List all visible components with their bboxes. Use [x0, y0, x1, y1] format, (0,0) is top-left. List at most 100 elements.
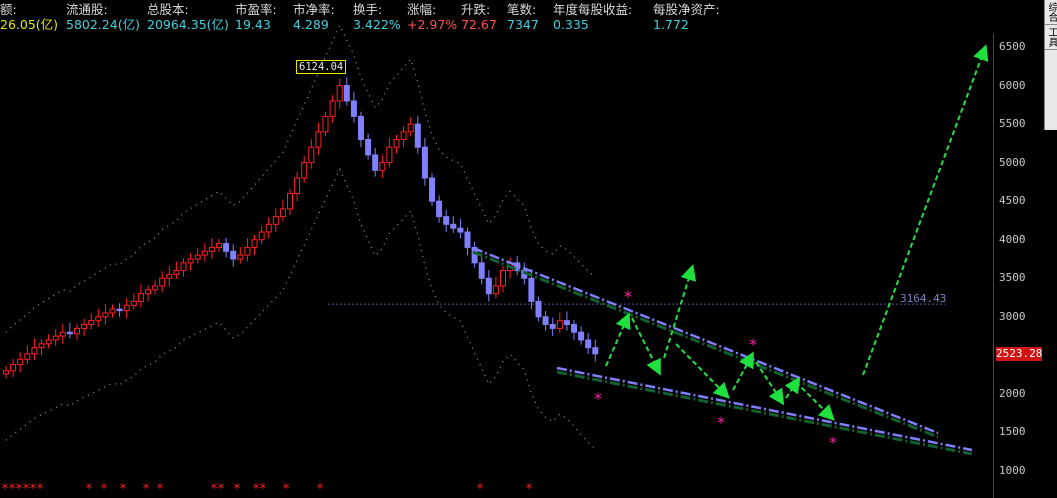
y-tick-label: 1500 — [999, 425, 1026, 439]
candle-body — [66, 331, 73, 335]
signal-marker: * — [9, 482, 16, 497]
marker-star: * — [717, 413, 725, 432]
candle-body — [81, 324, 88, 329]
candle-body — [365, 139, 372, 156]
candle-body — [279, 208, 286, 218]
candle-body — [386, 146, 393, 164]
candle-body — [145, 289, 151, 295]
y-tick-label: 6000 — [999, 78, 1026, 92]
projection-arrow — [862, 44, 989, 376]
candle-body — [329, 100, 336, 117]
candle-body — [500, 270, 506, 287]
signal-marker: * — [157, 482, 164, 497]
candle-body — [528, 277, 535, 302]
y-tick-label: 3500 — [999, 271, 1026, 285]
candle-body — [358, 115, 364, 141]
y-tick-label: 2000 — [999, 386, 1026, 400]
peak-price-label: 6124.04 — [296, 60, 347, 74]
upper-trendline-shadow — [472, 250, 939, 439]
candle-body — [294, 177, 301, 194]
signal-marker: * — [2, 482, 9, 497]
signal-marker: * — [101, 482, 108, 497]
signal-marker: * — [253, 482, 260, 497]
projection-arrow — [755, 361, 785, 406]
candle-body — [563, 320, 570, 326]
candle-body — [450, 223, 457, 229]
candle-body — [187, 258, 194, 264]
lower-trendline — [556, 366, 973, 452]
y-tick-label: 4000 — [999, 232, 1026, 246]
candle-body — [414, 123, 421, 148]
candle-body — [137, 293, 144, 302]
candle-body — [585, 339, 592, 349]
y-tick-label: 5500 — [999, 117, 1026, 131]
marker-star: * — [624, 287, 632, 306]
candle-body — [258, 231, 265, 241]
candle-body — [88, 320, 95, 326]
candle-body — [201, 250, 208, 256]
candle-body — [3, 370, 9, 375]
candle-body — [272, 216, 279, 225]
y-tick-label: 1000 — [999, 464, 1026, 477]
signal-marker: * — [526, 482, 533, 497]
candle-body — [372, 154, 379, 171]
candle-body — [74, 327, 80, 335]
candle-body — [407, 123, 414, 133]
candle-body — [230, 250, 237, 260]
candle-body — [571, 324, 577, 333]
y-axis-line — [993, 34, 994, 498]
candle-body — [180, 262, 187, 272]
candle-body — [457, 227, 464, 233]
signal-marker: * — [283, 482, 290, 497]
candle-body — [492, 285, 499, 295]
marker-star: * — [749, 335, 757, 354]
candle-body — [251, 239, 258, 248]
candle-body — [223, 243, 230, 252]
candle-body — [350, 100, 357, 117]
candle-body — [379, 162, 386, 171]
candle-body — [123, 304, 130, 312]
candle-body — [265, 223, 272, 233]
signal-marker: * — [23, 482, 30, 497]
signal-marker: * — [16, 482, 23, 497]
candle-body — [556, 320, 563, 329]
candle-body — [393, 139, 400, 148]
candle-body — [542, 316, 549, 326]
projection-arrow — [675, 343, 730, 399]
candle-body — [59, 331, 66, 337]
candle-body — [237, 254, 244, 260]
candle-body — [287, 192, 293, 210]
signal-marker: * — [234, 482, 241, 497]
candle-body — [194, 254, 201, 260]
signal-marker: * — [37, 482, 44, 497]
candle-body — [578, 331, 585, 341]
projection-arrow — [605, 312, 631, 367]
candle-body — [130, 300, 137, 306]
candle-body — [308, 146, 315, 164]
candle-body — [38, 343, 45, 349]
kline-chart[interactable]: ****** * * * * * * * * * * * * * * * * * * * — [0, 0, 1057, 498]
signal-marker: * — [120, 482, 127, 497]
candle-body — [45, 339, 52, 345]
candle-body — [102, 312, 109, 318]
current-price-label: 2523.28 — [996, 347, 1043, 361]
candle-body — [343, 85, 350, 102]
candle-body — [315, 131, 322, 148]
candle-body — [421, 146, 428, 179]
candle-body — [31, 347, 38, 355]
candle-body — [216, 243, 222, 248]
candle-body — [95, 316, 102, 322]
marker-star: * — [829, 433, 837, 452]
reference-line-label: 3164.43 — [900, 292, 947, 305]
candle-body — [429, 177, 435, 202]
candle-body — [109, 308, 116, 314]
projection-arrow — [663, 264, 697, 359]
candle-body — [464, 231, 471, 248]
candle-body — [535, 300, 542, 318]
y-tick-label: 6500 — [999, 40, 1026, 53]
candle-body — [301, 162, 308, 179]
candle-body — [17, 358, 24, 366]
candle-body — [52, 335, 59, 341]
projection-arrow — [631, 317, 661, 376]
y-tick-label: 3000 — [999, 309, 1026, 323]
